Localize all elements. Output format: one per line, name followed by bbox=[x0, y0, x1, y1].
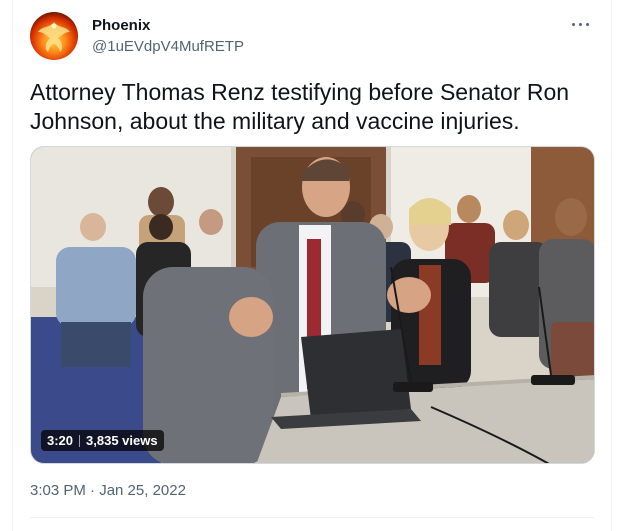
more-dot bbox=[586, 23, 589, 26]
video-duration: 3:20 bbox=[47, 433, 74, 448]
video-thumbnail bbox=[31, 147, 594, 463]
author-display-name[interactable]: Phoenix bbox=[92, 17, 150, 34]
more-dot bbox=[572, 23, 575, 26]
tweet-header: Phoenix @1uEVdpV4MufRETP bbox=[30, 12, 599, 64]
more-horizontal-icon[interactable] bbox=[569, 14, 593, 34]
video-stats-badge: 3:20 3,835 views bbox=[41, 430, 164, 451]
author-handle[interactable]: @1uEVdpV4MufRETP bbox=[92, 38, 244, 55]
phoenix-bird-icon bbox=[38, 22, 70, 52]
tweet-timestamp[interactable]: 3:03 PM · Jan 25, 2022 bbox=[30, 482, 186, 499]
avatar[interactable] bbox=[30, 12, 78, 60]
more-dot bbox=[579, 23, 582, 26]
badge-divider bbox=[79, 434, 81, 447]
video-player[interactable]: 3:20 3,835 views bbox=[30, 146, 595, 464]
tweet-card: Phoenix @1uEVdpV4MufRETP Attorney Thomas… bbox=[12, 0, 612, 531]
video-view-count: 3,835 views bbox=[86, 433, 158, 448]
tweet-text: Attorney Thomas Renz testifying before S… bbox=[30, 79, 570, 134]
divider bbox=[30, 517, 594, 518]
